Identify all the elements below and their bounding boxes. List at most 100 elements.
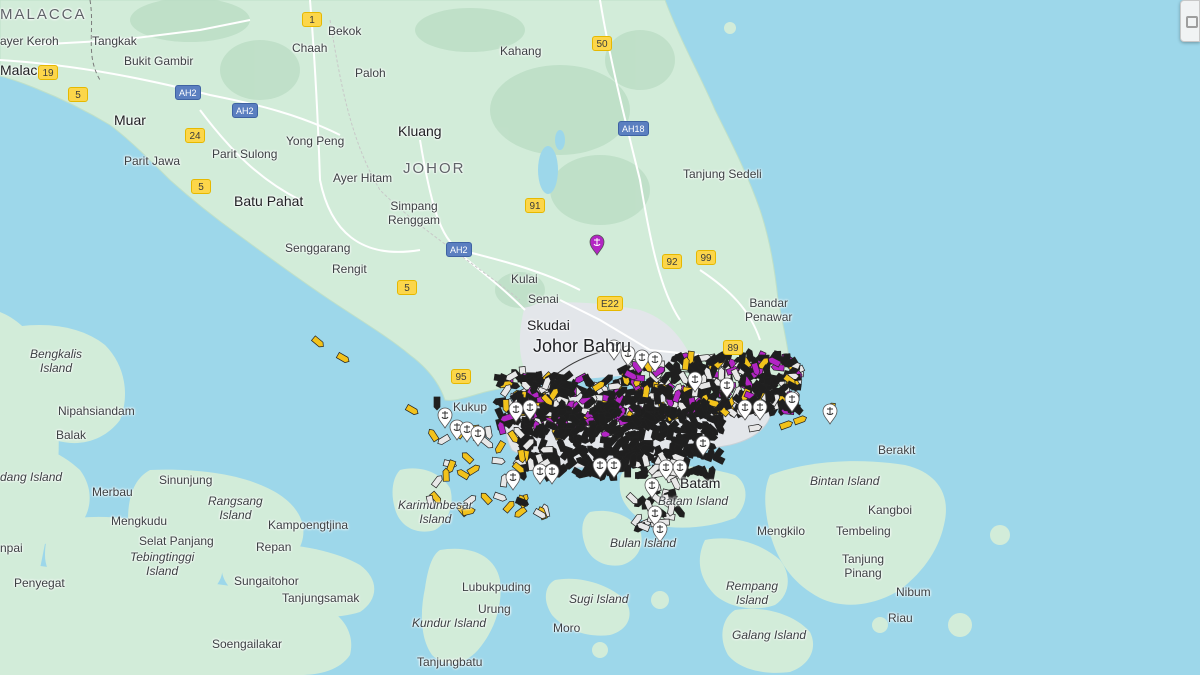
- place-label-nipahsiandam: Nipahsiandam: [58, 404, 135, 418]
- place-label-kampoengtjina: Kampoengtjina: [268, 518, 349, 532]
- place-label-tembeling: Tembeling: [836, 524, 891, 538]
- vessel-marker[interactable]: [436, 433, 451, 446]
- place-label-senggarang: Senggarang: [285, 241, 351, 255]
- road-shield-ah2-mid: AH2: [232, 103, 258, 118]
- vessel-marker[interactable]: [466, 463, 481, 476]
- place-label-rangsang-island: Rangsang Island: [208, 494, 263, 522]
- road-shield-route-5-mid: 5: [191, 179, 211, 194]
- vessel-marker[interactable]: [479, 491, 493, 506]
- place-label-johor-bahru: Johor Bahru: [533, 336, 632, 356]
- vessel-marker[interactable]: [460, 451, 475, 465]
- place-label-ayer-hitam: Ayer Hitam: [333, 171, 393, 185]
- road-shield-route-99: 99: [696, 250, 716, 265]
- place-label-rengit: Rengit: [332, 262, 367, 276]
- vessel-marker[interactable]: [502, 499, 516, 514]
- road-shield-e22: E22: [597, 296, 623, 311]
- place-label-batam-island: Batam Island: [658, 494, 729, 508]
- place-label-bukit-gambir: Bukit Gambir: [124, 54, 194, 68]
- vessel-marker[interactable]: [430, 474, 444, 489]
- place-label-padang-island: dang Island: [0, 470, 63, 484]
- place-label-bandar-penawar: Bandar Penawar: [745, 296, 793, 324]
- place-label-simpang-renggam: Simpang Renggam: [388, 199, 441, 227]
- road-shield-route-1: 1: [302, 12, 322, 27]
- map-canvas[interactable]: MALACCA ayer Keroh Tangkak Chaah Bekok Kahang…: [0, 0, 1200, 675]
- place-label-tanjungsamak: Tanjungsamak: [282, 591, 360, 605]
- place-label-bulan-island: Bulan Island: [610, 536, 677, 550]
- place-label-riau: Riau: [888, 611, 913, 625]
- road-shield-route-95: 95: [451, 369, 471, 384]
- place-label-urung: Urung: [478, 602, 511, 616]
- place-label-paloh: Paloh: [355, 66, 386, 80]
- place-label-bintan-island: Bintan Island: [810, 474, 880, 488]
- place-label-sinunjung: Sinunjung: [159, 473, 213, 487]
- vessel-marker[interactable]: [625, 491, 640, 505]
- place-label-lubukpuding: Lubukpuding: [462, 580, 531, 594]
- place-label-skudai: Skudai: [527, 317, 570, 333]
- vessel-marker[interactable]: [433, 396, 441, 411]
- vessel-marker[interactable]: [442, 467, 450, 482]
- place-label-tanjungbatu: Tanjungbatu: [417, 655, 483, 669]
- road-shield-ah18: AH18: [618, 121, 649, 136]
- place-label-mengkilo: Mengkilo: [757, 524, 806, 538]
- vessel-marker[interactable]: [792, 415, 808, 426]
- place-label-kluang: Kluang: [398, 123, 442, 139]
- place-label-merbau: Merbau: [92, 485, 133, 499]
- place-label-nibum: Nibum: [896, 585, 931, 599]
- place-label-sugi-island: Sugi Island: [569, 592, 629, 606]
- place-label-sungaitohor: Sungaitohor: [234, 574, 299, 588]
- place-label-chaah: Chaah: [292, 41, 328, 55]
- place-label-batu-pahat: Batu Pahat: [234, 193, 304, 209]
- anchor-icon[interactable]: [532, 463, 548, 485]
- place-label-kukup: Kukup: [453, 400, 488, 414]
- vessel-marker[interactable]: [494, 440, 507, 455]
- place-label-penyegat: Penyegat: [14, 576, 65, 590]
- place-label-yong-peng: Yong Peng: [286, 134, 345, 148]
- place-label-johor-state: JOHOR: [403, 160, 466, 177]
- place-label-galang-island: Galang Island: [732, 628, 807, 642]
- road-shield-route-50: 50: [592, 36, 612, 51]
- road-shield-ah2-west: AH2: [175, 85, 201, 100]
- vessel-marker[interactable]: [502, 399, 510, 413]
- place-label-tanjung-sedeli: Tanjung Sedeli: [683, 167, 762, 181]
- anchor-icon[interactable]: [822, 403, 838, 425]
- place-label-balak: Balak: [56, 428, 87, 442]
- place-label-mengkudu: Mengkudu: [111, 514, 168, 528]
- place-label-repan: Repan: [256, 540, 292, 554]
- place-label-ayer-keroh: ayer Keroh: [0, 34, 59, 48]
- vessel-marker[interactable]: [513, 505, 528, 519]
- vessel-marker[interactable]: [492, 491, 508, 502]
- road-shield-route-89: 89: [723, 340, 743, 355]
- place-label-soengailakar: Soengailakar: [212, 637, 283, 651]
- place-label-karimunbesar-island: Karimunbesar Island: [398, 498, 473, 526]
- vessel-marker[interactable]: [491, 456, 506, 465]
- place-label-tangkak: Tangkak: [92, 34, 137, 48]
- vessel-marker[interactable]: [539, 446, 554, 454]
- place-label-moro: Moro: [553, 621, 581, 635]
- place-label-kundur-island: Kundur Island: [412, 616, 487, 630]
- vessel-marker[interactable]: [717, 366, 725, 381]
- place-label-muar: Muar: [114, 112, 146, 128]
- vessel-marker[interactable]: [748, 423, 763, 433]
- vessel-marker[interactable]: [427, 428, 440, 443]
- anchor-icon[interactable]: [589, 234, 605, 256]
- anchor-icon[interactable]: [752, 399, 768, 421]
- place-label-senai: Senai: [528, 292, 559, 306]
- place-label-kahang: Kahang: [500, 44, 542, 58]
- place-label-tanjung-pinang: Tanjung Pinang: [842, 552, 885, 580]
- vessel-marker[interactable]: [624, 463, 632, 478]
- vessel-marker[interactable]: [404, 403, 419, 416]
- place-label-parit-jawa: Parit Jawa: [124, 154, 181, 168]
- vessel-marker[interactable]: [778, 420, 794, 431]
- place-label-pai: npai: [0, 541, 23, 555]
- map-layers-icon: [1186, 16, 1198, 28]
- anchor-icon[interactable]: [505, 469, 521, 491]
- vessel-marker[interactable]: [310, 335, 325, 349]
- vessel-marker[interactable]: [335, 351, 350, 364]
- road-shield-route-24: 24: [185, 128, 205, 143]
- map-layers-button[interactable]: [1180, 0, 1200, 42]
- vessel-marker[interactable]: [635, 472, 649, 479]
- road-shield-ah2-south: AH2: [446, 242, 472, 257]
- place-label-kulai: Kulai: [511, 272, 538, 286]
- road-shield-route-19: 19: [38, 65, 58, 80]
- place-label-malacca-state: MALACCA: [0, 6, 87, 23]
